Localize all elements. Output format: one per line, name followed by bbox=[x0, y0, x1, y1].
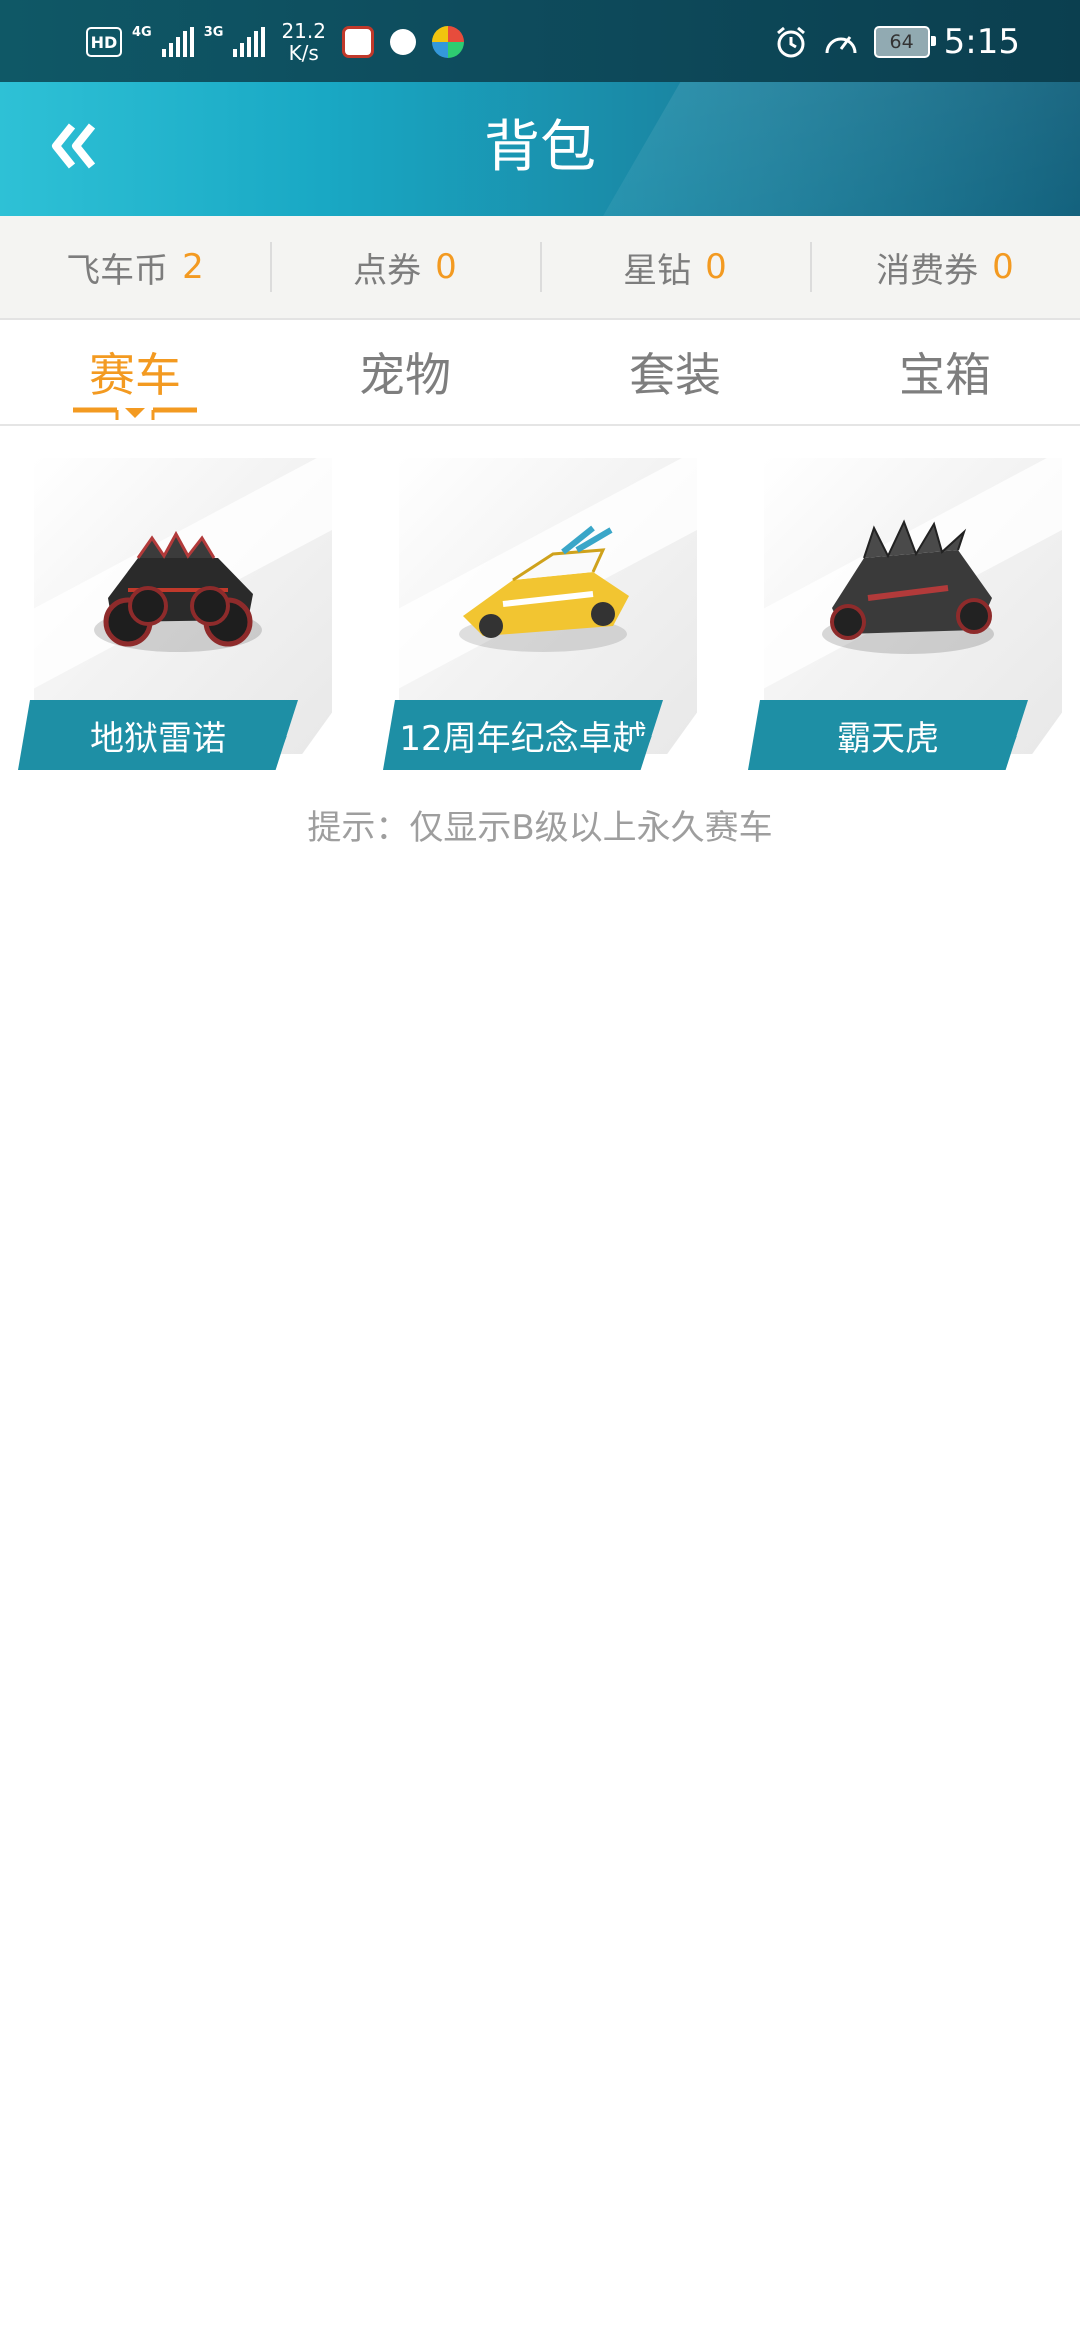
item-grid: 地狱雷诺 12周年纪念卓越 霸天虎 bbox=[18, 458, 1062, 770]
currency-bar: 飞车币 2 点券 0 星钻 0 消费券 0 bbox=[0, 216, 1080, 320]
active-tab-indicator bbox=[73, 407, 197, 420]
tab-treasure-chests[interactable]: 宝箱 bbox=[810, 320, 1080, 424]
item-card[interactable]: 霸天虎 bbox=[748, 458, 1062, 770]
status-left: HD 4G 3G 21.2 K/s bbox=[86, 16, 464, 68]
hint-text: 提示：仅显示B级以上永久赛车 bbox=[307, 808, 773, 848]
alarm-icon bbox=[776, 26, 805, 58]
item-name-label: 12周年纪念卓越 bbox=[383, 700, 663, 770]
page-title: 背包 bbox=[484, 115, 596, 180]
clock: 5:15 bbox=[943, 22, 1020, 62]
currency-feiche-coin: 飞车币 2 bbox=[66, 247, 204, 291]
battery-icon: 64 bbox=[873, 26, 936, 58]
network-3g-label: 3G bbox=[203, 24, 224, 40]
currency-xingzuan: 星钻 0 bbox=[540, 216, 810, 318]
item-name-label: 地狱雷诺 bbox=[18, 700, 298, 770]
hd-icon: HD bbox=[86, 27, 122, 57]
item-card[interactable]: 地狱雷诺 bbox=[18, 458, 332, 770]
car-image-decepticon bbox=[822, 519, 994, 654]
category-tabs: 赛车 宠物 套装 宝箱 bbox=[0, 320, 1080, 426]
browser-notification-icon bbox=[389, 29, 416, 55]
status-bar: HD 4G 3G 21.2 K/s 64 5:15 bbox=[0, 0, 1080, 82]
status-right: 64 5:15 bbox=[774, 16, 1020, 68]
tab-racing-cars[interactable]: 赛车 bbox=[0, 320, 270, 424]
app-header: 背包 bbox=[0, 82, 1080, 216]
colorful-app-icon bbox=[431, 26, 464, 58]
car-image-hell-renault bbox=[94, 530, 262, 652]
item-card[interactable]: 12周年纪念卓越 bbox=[383, 458, 697, 770]
tab-outfits[interactable]: 套装 bbox=[540, 320, 810, 424]
speedometer-icon bbox=[825, 36, 857, 54]
tab-pets[interactable]: 宠物 bbox=[270, 320, 540, 424]
network-speed: 21.2 K/s bbox=[281, 19, 326, 65]
currency-dianquan: 点券 0 bbox=[270, 216, 540, 318]
network-4g-label: 4G bbox=[132, 24, 152, 40]
signal-icon bbox=[161, 27, 194, 57]
item-name-label: 霸天虎 bbox=[748, 700, 1028, 770]
car-image-12th-anniversary bbox=[459, 525, 629, 652]
currency-xiaofeiquan: 消费券 0 bbox=[810, 216, 1080, 318]
app-notification-icon bbox=[341, 26, 374, 58]
signal-icon-2 bbox=[233, 27, 266, 57]
